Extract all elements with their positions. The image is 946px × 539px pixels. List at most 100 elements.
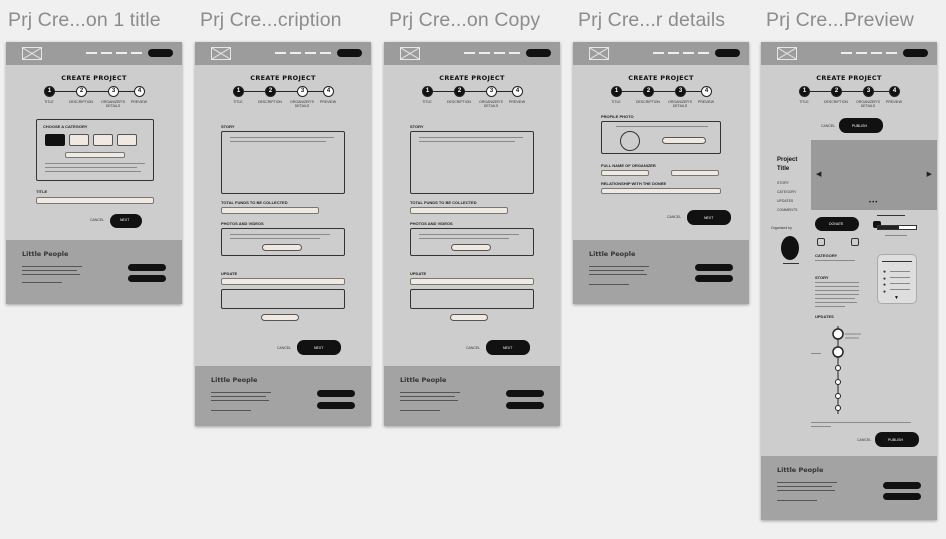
nav-links[interactable] <box>86 52 144 54</box>
add-update-button[interactable] <box>450 314 488 321</box>
updates-heading: UPDATES <box>815 314 834 319</box>
artboard-description-copy[interactable]: CREATE PROJECT 1 2 3 4 TITLE DESCRIPTION… <box>384 42 560 426</box>
first-name-input[interactable] <box>601 170 649 176</box>
logo-placeholder-icon <box>777 47 797 60</box>
create-project-button[interactable] <box>695 275 733 282</box>
photos-dropzone[interactable] <box>221 228 345 256</box>
category-chip-2[interactable] <box>69 134 89 146</box>
total-funds-label: TOTAL FUNDS TO BE COLLECTED <box>410 200 477 205</box>
stepper: 1 2 3 4 TITLE DESCRIPTION ORGANIZER'S DE… <box>233 86 337 108</box>
add-update-button[interactable] <box>261 314 299 321</box>
explore-projects-button[interactable] <box>695 264 733 271</box>
category-chip-3[interactable] <box>93 134 113 146</box>
nav-cta-button[interactable] <box>148 49 173 57</box>
logo-placeholder-icon <box>589 47 609 60</box>
publish-label-bottom: PUBLISH <box>888 438 903 442</box>
last-name-input[interactable] <box>671 170 719 176</box>
explore-projects-button[interactable] <box>506 390 544 397</box>
next-label: NEXT <box>704 216 714 220</box>
updates-timeline <box>825 322 865 418</box>
photos-label: PHOTOS AND VIDEOS <box>410 221 453 226</box>
relationship-label: RELATIONSHIP WITH THE DONEE <box>601 181 667 186</box>
create-project-button[interactable] <box>128 275 166 282</box>
artboard-title-5[interactable]: Prj Cre...Preview <box>766 9 914 32</box>
update-textarea[interactable] <box>221 289 345 309</box>
nav-links[interactable] <box>841 52 899 54</box>
update-title-input[interactable] <box>221 278 345 285</box>
artboard-preview[interactable]: CREATE PROJECT 1 2 3 4 TITLE DESCRIPTION… <box>761 42 937 520</box>
update-textarea[interactable] <box>410 289 534 309</box>
add-photos-button[interactable] <box>262 244 302 251</box>
nav-cta-button[interactable] <box>903 49 928 57</box>
preview-tab-story[interactable]: STORY <box>777 181 789 185</box>
cancel-button[interactable]: CANCEL <box>466 346 480 350</box>
cancel-button[interactable]: CANCEL <box>667 215 681 219</box>
title-label: TITLE <box>36 189 48 194</box>
explore-projects-button[interactable] <box>317 390 355 397</box>
cancel-button[interactable]: CANCEL <box>90 218 104 222</box>
story-textarea[interactable] <box>410 131 534 194</box>
site-footer: Little People <box>195 366 371 426</box>
stepper: 1 2 3 4 TITLE DESCRIPTION ORGANIZER'S DE… <box>799 86 903 108</box>
preview-tab-category[interactable]: CATEGORY <box>777 190 796 194</box>
nav-links[interactable] <box>464 52 522 54</box>
stepper: 1 2 3 4 TITLE DESCRIPTION ORGANIZER'S DE… <box>611 86 715 108</box>
artboard-title-step[interactable]: CREATE PROJECT 1 2 3 4 TITLE DESCRIPTION… <box>6 42 182 304</box>
explore-projects-button[interactable] <box>128 264 166 271</box>
artboard-title-1[interactable]: Prj Cre...on 1 title <box>8 9 161 32</box>
logo-placeholder-icon <box>400 47 420 60</box>
project-title: Project Title <box>777 157 798 172</box>
title-input[interactable] <box>36 197 154 204</box>
nav-cta-button[interactable] <box>526 49 551 57</box>
show-more-icon[interactable]: ▼ <box>894 295 899 301</box>
footer-brand: Little People <box>211 376 258 384</box>
site-header <box>384 42 560 65</box>
funding-progress <box>877 225 917 230</box>
organized-by-label: Organized by <box>771 226 792 230</box>
total-funds-input[interactable] <box>410 207 508 214</box>
share-icon[interactable] <box>817 238 825 246</box>
relationship-select[interactable] <box>601 188 721 194</box>
carousel-next-icon[interactable]: ▶ <box>927 170 932 178</box>
nav-links[interactable] <box>275 52 333 54</box>
category-select[interactable] <box>65 152 125 158</box>
category-chip-1[interactable] <box>45 134 65 146</box>
nav-cta-button[interactable] <box>337 49 362 57</box>
photos-label: PHOTOS AND VIDEOS <box>221 221 264 226</box>
nav-links[interactable] <box>653 52 711 54</box>
footer-brand: Little People <box>589 250 636 258</box>
cancel-button[interactable]: CANCEL <box>277 346 291 350</box>
artboard-title-4[interactable]: Prj Cre...r details <box>578 9 725 32</box>
create-project-button[interactable] <box>317 402 355 409</box>
preview-tab-comments[interactable]: COMMENTS <box>777 208 797 212</box>
artboard-description-step[interactable]: CREATE PROJECT 1 2 3 4 TITLE DESCRIPTION… <box>195 42 371 426</box>
create-project-button[interactable] <box>883 493 921 500</box>
artboard-title-2[interactable]: Prj Cre...cription <box>200 9 342 32</box>
total-funds-label: TOTAL FUNDS TO BE COLLECTED <box>221 200 288 205</box>
add-photos-button[interactable] <box>451 244 491 251</box>
next-label: NEXT <box>314 346 324 350</box>
site-header <box>6 42 182 65</box>
artboard-title-3[interactable]: Prj Cre...on Copy <box>389 9 540 32</box>
page-heading: CREATE PROJECT <box>250 74 316 82</box>
carousel-prev-icon[interactable]: ◀ <box>816 170 821 178</box>
cancel-button[interactable]: CANCEL <box>821 124 835 128</box>
artboard-organizer-details[interactable]: CREATE PROJECT 1 2 3 4 TITLE DESCRIPTION… <box>573 42 749 304</box>
stepper: 1 2 3 4 TITLE DESCRIPTION ORGANIZER'S DE… <box>44 86 148 108</box>
site-header <box>195 42 371 65</box>
explore-projects-button[interactable] <box>883 482 921 489</box>
create-project-button[interactable] <box>506 402 544 409</box>
story-textarea[interactable] <box>221 131 345 194</box>
update-title-input[interactable] <box>410 278 534 285</box>
profile-photo-box[interactable] <box>601 121 721 154</box>
category-chip-4[interactable] <box>117 134 137 146</box>
cancel-button-bottom[interactable]: CANCEL <box>857 438 871 442</box>
total-funds-input[interactable] <box>221 207 319 214</box>
image-carousel[interactable]: ◀ ▶ ••• <box>811 140 937 210</box>
preview-tab-updates[interactable]: UPDATES <box>777 199 793 203</box>
nav-cta-button[interactable] <box>715 49 740 57</box>
donors-card[interactable]: ● ● ● ● ▼ <box>877 254 917 304</box>
add-profile-photo-button[interactable] <box>662 137 706 144</box>
twitter-icon[interactable] <box>851 238 859 246</box>
photos-dropzone[interactable] <box>410 228 534 256</box>
